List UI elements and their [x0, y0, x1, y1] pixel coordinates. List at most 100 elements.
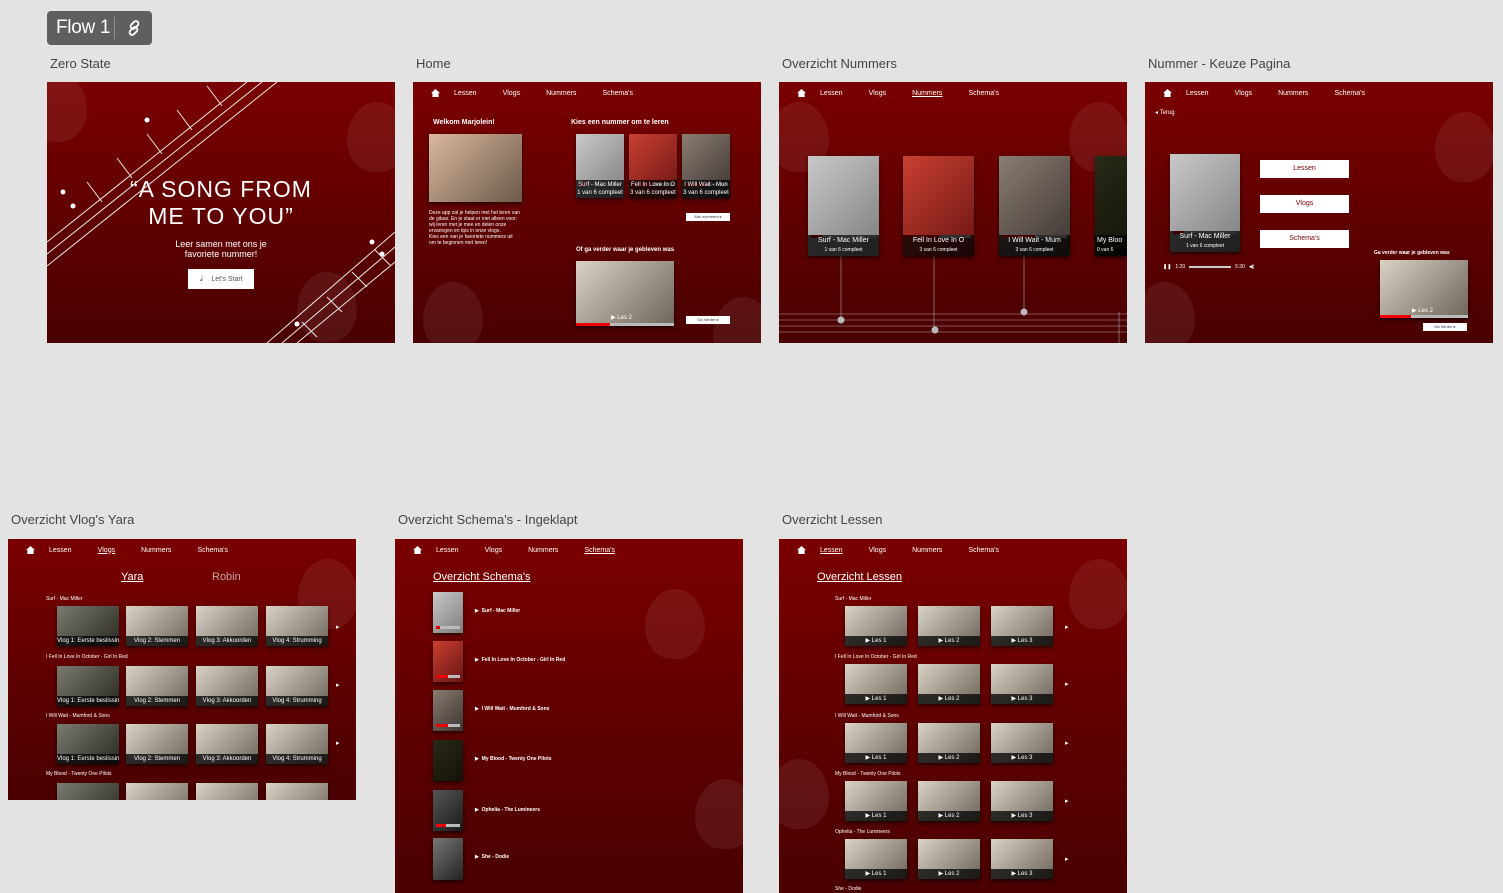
vlog-card[interactable]: Vlog 1: Eerste beslissing	[57, 606, 119, 646]
nav-vlogs[interactable]: Vlogs	[869, 547, 887, 554]
vlog-card[interactable]: Vlog 4: Strumming	[266, 666, 328, 706]
song-thumb[interactable]	[433, 592, 463, 633]
tab-robin[interactable]: Robin	[212, 571, 241, 583]
nav-vlogs[interactable]: Vlogs	[98, 547, 116, 554]
home-icon[interactable]	[26, 546, 35, 554]
next-arrow-icon[interactable]: ▸	[1065, 797, 1069, 805]
next-arrow-icon[interactable]: ▸	[336, 681, 340, 689]
nav-vlogs[interactable]: Vlogs	[503, 90, 521, 97]
lesson-card[interactable]: ▶ Les 1	[845, 664, 907, 704]
all-songs-button[interactable]: Alle nummers ▸	[686, 213, 730, 221]
screen-keuze-pagina[interactable]: Lessen Vlogs Nummers Schema's ◂ Terug Su…	[1145, 82, 1493, 343]
nav-vlogs[interactable]: Vlogs	[869, 90, 887, 97]
nav-lessen[interactable]: Lessen	[454, 90, 477, 97]
lesson-card[interactable]: ▶ Les 1	[845, 781, 907, 821]
song-card[interactable]: Surf - Mac Miller 1 van 6 compleet	[1170, 154, 1240, 252]
vlog-card[interactable]: Vlog 1: Eerste beslissing	[57, 724, 119, 764]
nav-lessen[interactable]: Lessen	[436, 547, 459, 554]
continue-lesson-card[interactable]: ▶ Les 2	[576, 261, 674, 326]
lesson-card[interactable]: ▶ Les 1	[845, 723, 907, 763]
vlog-card[interactable]	[266, 783, 328, 800]
next-arrow-icon[interactable]: ▸	[336, 623, 340, 631]
nav-lessen[interactable]: Lessen	[49, 547, 72, 554]
nav-schemas[interactable]: Schema's	[968, 547, 999, 554]
vlog-card[interactable]	[196, 783, 258, 800]
lesson-card[interactable]: ▶ Les 2	[918, 606, 980, 646]
lesson-card[interactable]: ▶ Les 3	[991, 606, 1053, 646]
vlog-card[interactable]: Vlog 2: Stemmen	[126, 724, 188, 764]
screen-zero-state[interactable]: “A SONG FROM ME TO YOU” Leer samen met o…	[47, 82, 395, 343]
nav-nummers[interactable]: Nummers	[546, 90, 576, 97]
song-thumb[interactable]	[433, 690, 463, 731]
lesson-card[interactable]: ▶ Les 2	[918, 664, 980, 704]
lesson-card[interactable]: ▶ Les 2	[918, 781, 980, 821]
screen-overzicht-vlogs[interactable]: Lessen Vlogs Nummers Schema's Yara Robin…	[8, 539, 356, 800]
nav-schemas[interactable]: Schema's	[197, 547, 228, 554]
song-card[interactable]: Fell In Love In O 3 van 6 compleet	[903, 156, 974, 256]
vlog-card[interactable]: Vlog 2: Stemmen	[126, 666, 188, 706]
schema-row[interactable]: ▶ I Will Wait - Mumford & Sons	[475, 706, 549, 712]
screen-home[interactable]: Lessen Vlogs Nummers Schema's Welkom Mar…	[413, 82, 761, 343]
vlog-card[interactable]	[57, 783, 119, 800]
lesson-card[interactable]: ▶ Les 3	[991, 723, 1053, 763]
song-thumb[interactable]	[433, 790, 463, 831]
nav-nummers[interactable]: Nummers	[912, 90, 942, 97]
nav-nummers[interactable]: Nummers	[912, 547, 942, 554]
screen-overzicht-lessen[interactable]: Lessen Vlogs Nummers Schema's Overzicht …	[779, 539, 1127, 893]
nav-schemas[interactable]: Schema's	[968, 90, 999, 97]
vlog-card[interactable]: Vlog 4: Strumming	[266, 606, 328, 646]
next-arrow-icon[interactable]: ▸	[1065, 739, 1069, 747]
nav-nummers[interactable]: Nummers	[1278, 90, 1308, 97]
schema-row[interactable]: ▶ Fell In Love In October - Girl In Red	[475, 657, 565, 663]
lets-start-button[interactable]: ♩ Let's Start	[188, 269, 254, 289]
nav-lessen[interactable]: Lessen	[820, 90, 843, 97]
nav-schemas[interactable]: Schema's	[602, 90, 633, 97]
volume-icon[interactable]: ◀)	[1249, 264, 1255, 270]
link-icon[interactable]	[115, 18, 152, 38]
lesson-card[interactable]: ▶ Les 3	[991, 781, 1053, 821]
nav-vlogs[interactable]: Vlogs	[1235, 90, 1253, 97]
vlog-card[interactable]: Vlog 3: Akkoorden	[196, 724, 258, 764]
lesson-card[interactable]: ▶ Les 2	[918, 723, 980, 763]
lesson-card[interactable]: ▶ Les 3	[991, 839, 1053, 879]
home-icon[interactable]	[431, 89, 440, 97]
song-card[interactable]: I Will Wait - Mun 3 van 6 compleet	[682, 134, 730, 198]
nav-schemas[interactable]: Schema's	[584, 547, 615, 554]
home-icon[interactable]	[797, 89, 806, 97]
screen-overzicht-nummers[interactable]: Lessen Vlogs Nummers Schema's Surf - Mac…	[779, 82, 1127, 343]
audio-progress-track[interactable]	[1189, 266, 1232, 268]
schemas-button[interactable]: Schema's	[1260, 230, 1349, 248]
flow-label[interactable]: Flow 1	[47, 11, 152, 45]
song-card[interactable]: My Bloo 0 van 6	[1095, 156, 1127, 256]
vlog-card[interactable]: Vlog 3: Akkoorden	[196, 666, 258, 706]
go-on-button[interactable]: Ga Verder ▸	[1423, 323, 1467, 331]
vlogs-button[interactable]: Vlogs	[1260, 195, 1349, 213]
nav-lessen[interactable]: Lessen	[820, 547, 843, 554]
pause-icon[interactable]: ❚❚	[1163, 264, 1171, 270]
screen-overzicht-schemas[interactable]: Lessen Vlogs Nummers Schema's Overzicht …	[395, 539, 743, 893]
lesson-card[interactable]: ▶ Les 1	[845, 839, 907, 879]
nav-nummers[interactable]: Nummers	[528, 547, 558, 554]
vlog-card[interactable]: Vlog 1: Eerste beslissing	[57, 666, 119, 706]
lessen-button[interactable]: Lessen	[1260, 160, 1349, 178]
lesson-card[interactable]: ▶ Les 1	[845, 606, 907, 646]
schema-row[interactable]: ▶ Surf - Mac Miller	[475, 608, 520, 614]
home-icon[interactable]	[797, 546, 806, 554]
song-card[interactable]: Surf - Mac Miller 1 van 6 compleet	[576, 134, 624, 198]
back-link[interactable]: ◂ Terug	[1155, 109, 1175, 116]
schema-row[interactable]: ▶ She - Dodie	[475, 854, 509, 860]
song-thumb[interactable]	[433, 838, 463, 880]
schema-row[interactable]: ▶ My Blood - Twenty One Pilots	[475, 756, 552, 762]
home-icon[interactable]	[1163, 89, 1172, 97]
song-card[interactable]: I Will Wait - Mum 3 van 6 compleet	[999, 156, 1070, 256]
next-arrow-icon[interactable]: ▸	[1065, 623, 1069, 631]
song-thumb[interactable]	[433, 740, 463, 781]
next-arrow-icon[interactable]: ▸	[1065, 680, 1069, 688]
tab-yara[interactable]: Yara	[121, 571, 143, 583]
schema-row[interactable]: ▶ Ophelia - The Lumineers	[475, 807, 540, 813]
next-arrow-icon[interactable]: ▸	[1065, 855, 1069, 863]
lesson-card[interactable]: ▶ Les 3	[991, 664, 1053, 704]
vlog-card[interactable]	[126, 783, 188, 800]
audio-player[interactable]: ❚❚ 1:20 5:30 ◀)	[1163, 264, 1254, 270]
song-card[interactable]: Fell In Love In O 3 van 6 compleet	[629, 134, 677, 198]
